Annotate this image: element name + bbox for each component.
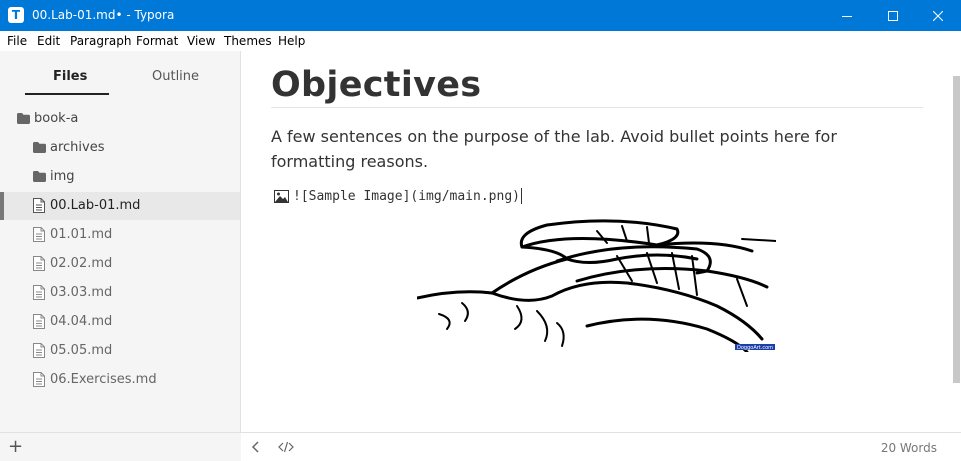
tree-label: 06.Exercises.md [50,372,157,387]
image-watermark: DoggoArt.com [737,345,773,351]
folder-icon [33,171,46,182]
tree-file[interactable]: 04.04.md [0,308,240,336]
menu-themes[interactable]: Themes [224,34,272,48]
heading-objectives[interactable]: Objectives [271,65,481,105]
tab-files[interactable]: Files [53,69,87,84]
file-icon [33,372,45,387]
tree-folder-book-a[interactable]: book-a [0,105,240,133]
sidebar-footer: + [0,432,241,461]
file-icon [33,285,45,300]
tree-label: book-a [34,111,79,126]
heading-divider [271,107,923,108]
add-file-button[interactable]: + [8,437,23,457]
tree-label: 00.Lab-01.md [50,198,141,213]
tree-label: 02.02.md [50,256,113,271]
file-icon [33,227,45,242]
tree-file[interactable]: 01.01.md [0,221,240,249]
tree-label: 04.04.md [50,314,113,329]
editor-scrollbar[interactable] [953,76,960,383]
menu-bar: File Edit Paragraph Format View Themes H… [0,31,961,51]
folder-icon [17,113,30,124]
typora-app-icon: T [8,7,24,23]
tab-outline[interactable]: Outline [152,69,199,84]
rendered-image[interactable]: DoggoArt.com [417,211,776,352]
tree-folder-img[interactable]: img [0,163,240,191]
tree-folder-archives[interactable]: archives [0,134,240,162]
tree-file[interactable]: 02.02.md [0,250,240,278]
image-drawing: DoggoArt.com [417,219,776,352]
file-icon [33,343,45,358]
menu-paragraph[interactable]: Paragraph [70,34,131,48]
file-sidebar: Files Outline book-a archives img 00.Lab… [0,51,241,461]
close-button[interactable] [915,0,961,31]
tree-label: img [50,169,75,184]
tree-label: archives [50,140,105,155]
tree-file-active[interactable]: 00.Lab-01.md [0,192,240,220]
tree-label: 01.01.md [50,227,113,242]
status-bar: 20 Words [241,432,961,461]
tree-file[interactable]: 03.03.md [0,279,240,307]
paragraph-text[interactable]: A few sentences on the purpose of the la… [271,124,911,174]
tree-file[interactable]: 05.05.md [0,337,240,365]
editor-pane[interactable]: Objectives A few sentences on the purpos… [241,51,961,432]
menu-help[interactable]: Help [278,34,305,48]
file-icon [33,314,45,329]
file-icon [33,198,45,213]
tree-label: 05.05.md [50,343,113,358]
tree-label: 03.03.md [50,285,113,300]
window-title: 00.Lab-01.md• - Typora [32,8,175,22]
maximize-icon [888,10,898,21]
maximize-button[interactable] [870,0,916,31]
title-bar: T 00.Lab-01.md• - Typora [0,0,961,31]
image-markdown-source[interactable]: ![Sample Image](img/main.png) [274,188,522,204]
image-source-text: ![Sample Image](img/main.png) [293,188,520,204]
active-tab-indicator [25,93,109,95]
menu-edit[interactable]: Edit [37,34,60,48]
menu-view[interactable]: View [187,34,215,48]
source-code-icon[interactable] [278,441,294,453]
menu-file[interactable]: File [7,34,27,48]
close-icon [933,10,943,21]
menu-format[interactable]: Format [136,34,178,48]
minimize-icon [842,15,852,17]
image-icon [274,189,289,203]
text-caret [520,188,522,204]
file-icon [33,256,45,271]
minimize-button[interactable] [824,0,870,31]
tree-file[interactable]: 06.Exercises.md [0,366,240,394]
folder-icon [33,142,46,153]
chevron-left-icon[interactable] [251,440,261,454]
word-count[interactable]: 20 Words [881,441,937,455]
